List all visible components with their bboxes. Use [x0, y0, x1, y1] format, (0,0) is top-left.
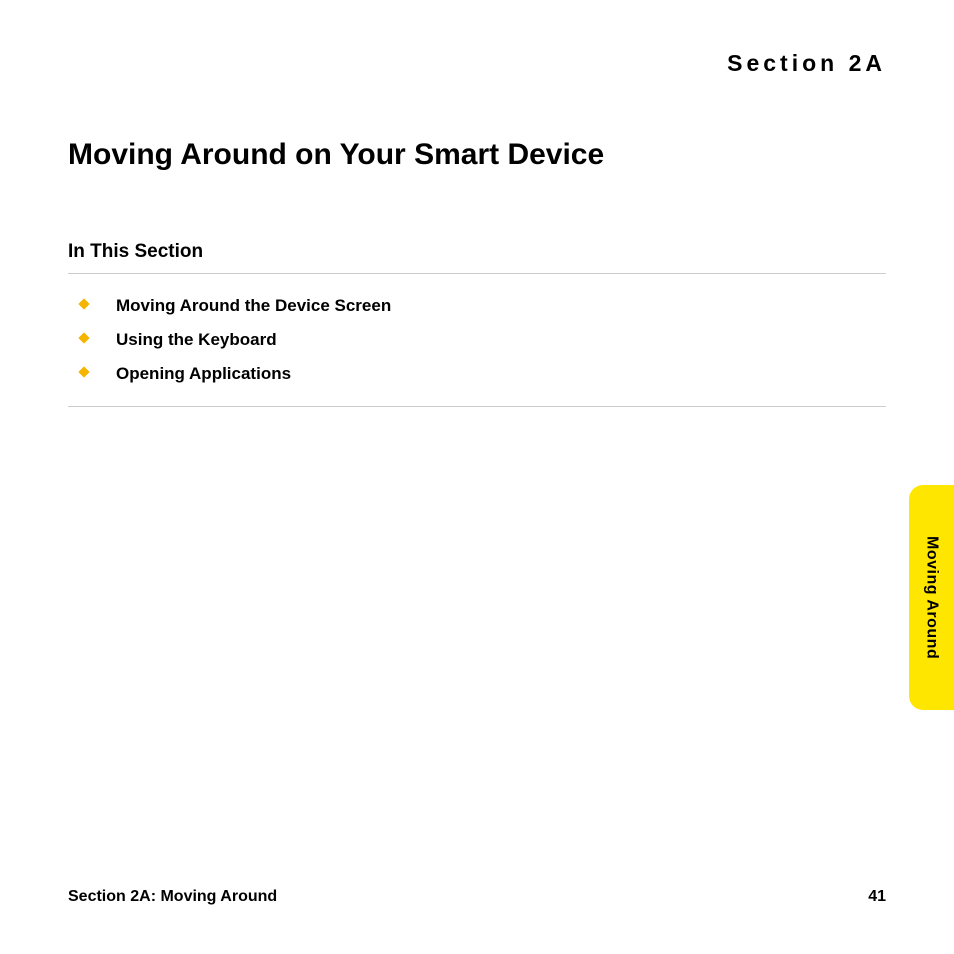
toc-item: Moving Around the Device Screen — [68, 296, 886, 316]
toc-item-label: Using the Keyboard — [116, 330, 277, 350]
footer-section-ref: Section 2A: Moving Around — [68, 888, 277, 906]
page-number: 41 — [868, 888, 886, 906]
side-tab: Moving Around — [909, 485, 954, 710]
diamond-bullet-icon — [78, 332, 89, 343]
toc-list: Moving Around the Device Screen Using th… — [68, 296, 886, 407]
diamond-bullet-icon — [78, 366, 89, 377]
page-title: Moving Around on Your Smart Device — [68, 137, 886, 173]
section-label: Section 2A — [68, 50, 886, 77]
side-tab-label: Moving Around — [923, 536, 941, 659]
diamond-bullet-icon — [78, 298, 89, 309]
page-footer: Section 2A: Moving Around 41 — [68, 888, 886, 906]
toc-item-label: Opening Applications — [116, 364, 291, 384]
toc-item: Opening Applications — [68, 364, 886, 384]
toc-item: Using the Keyboard — [68, 330, 886, 350]
toc-item-label: Moving Around the Device Screen — [116, 296, 391, 316]
subsection-heading: In This Section — [68, 241, 886, 274]
